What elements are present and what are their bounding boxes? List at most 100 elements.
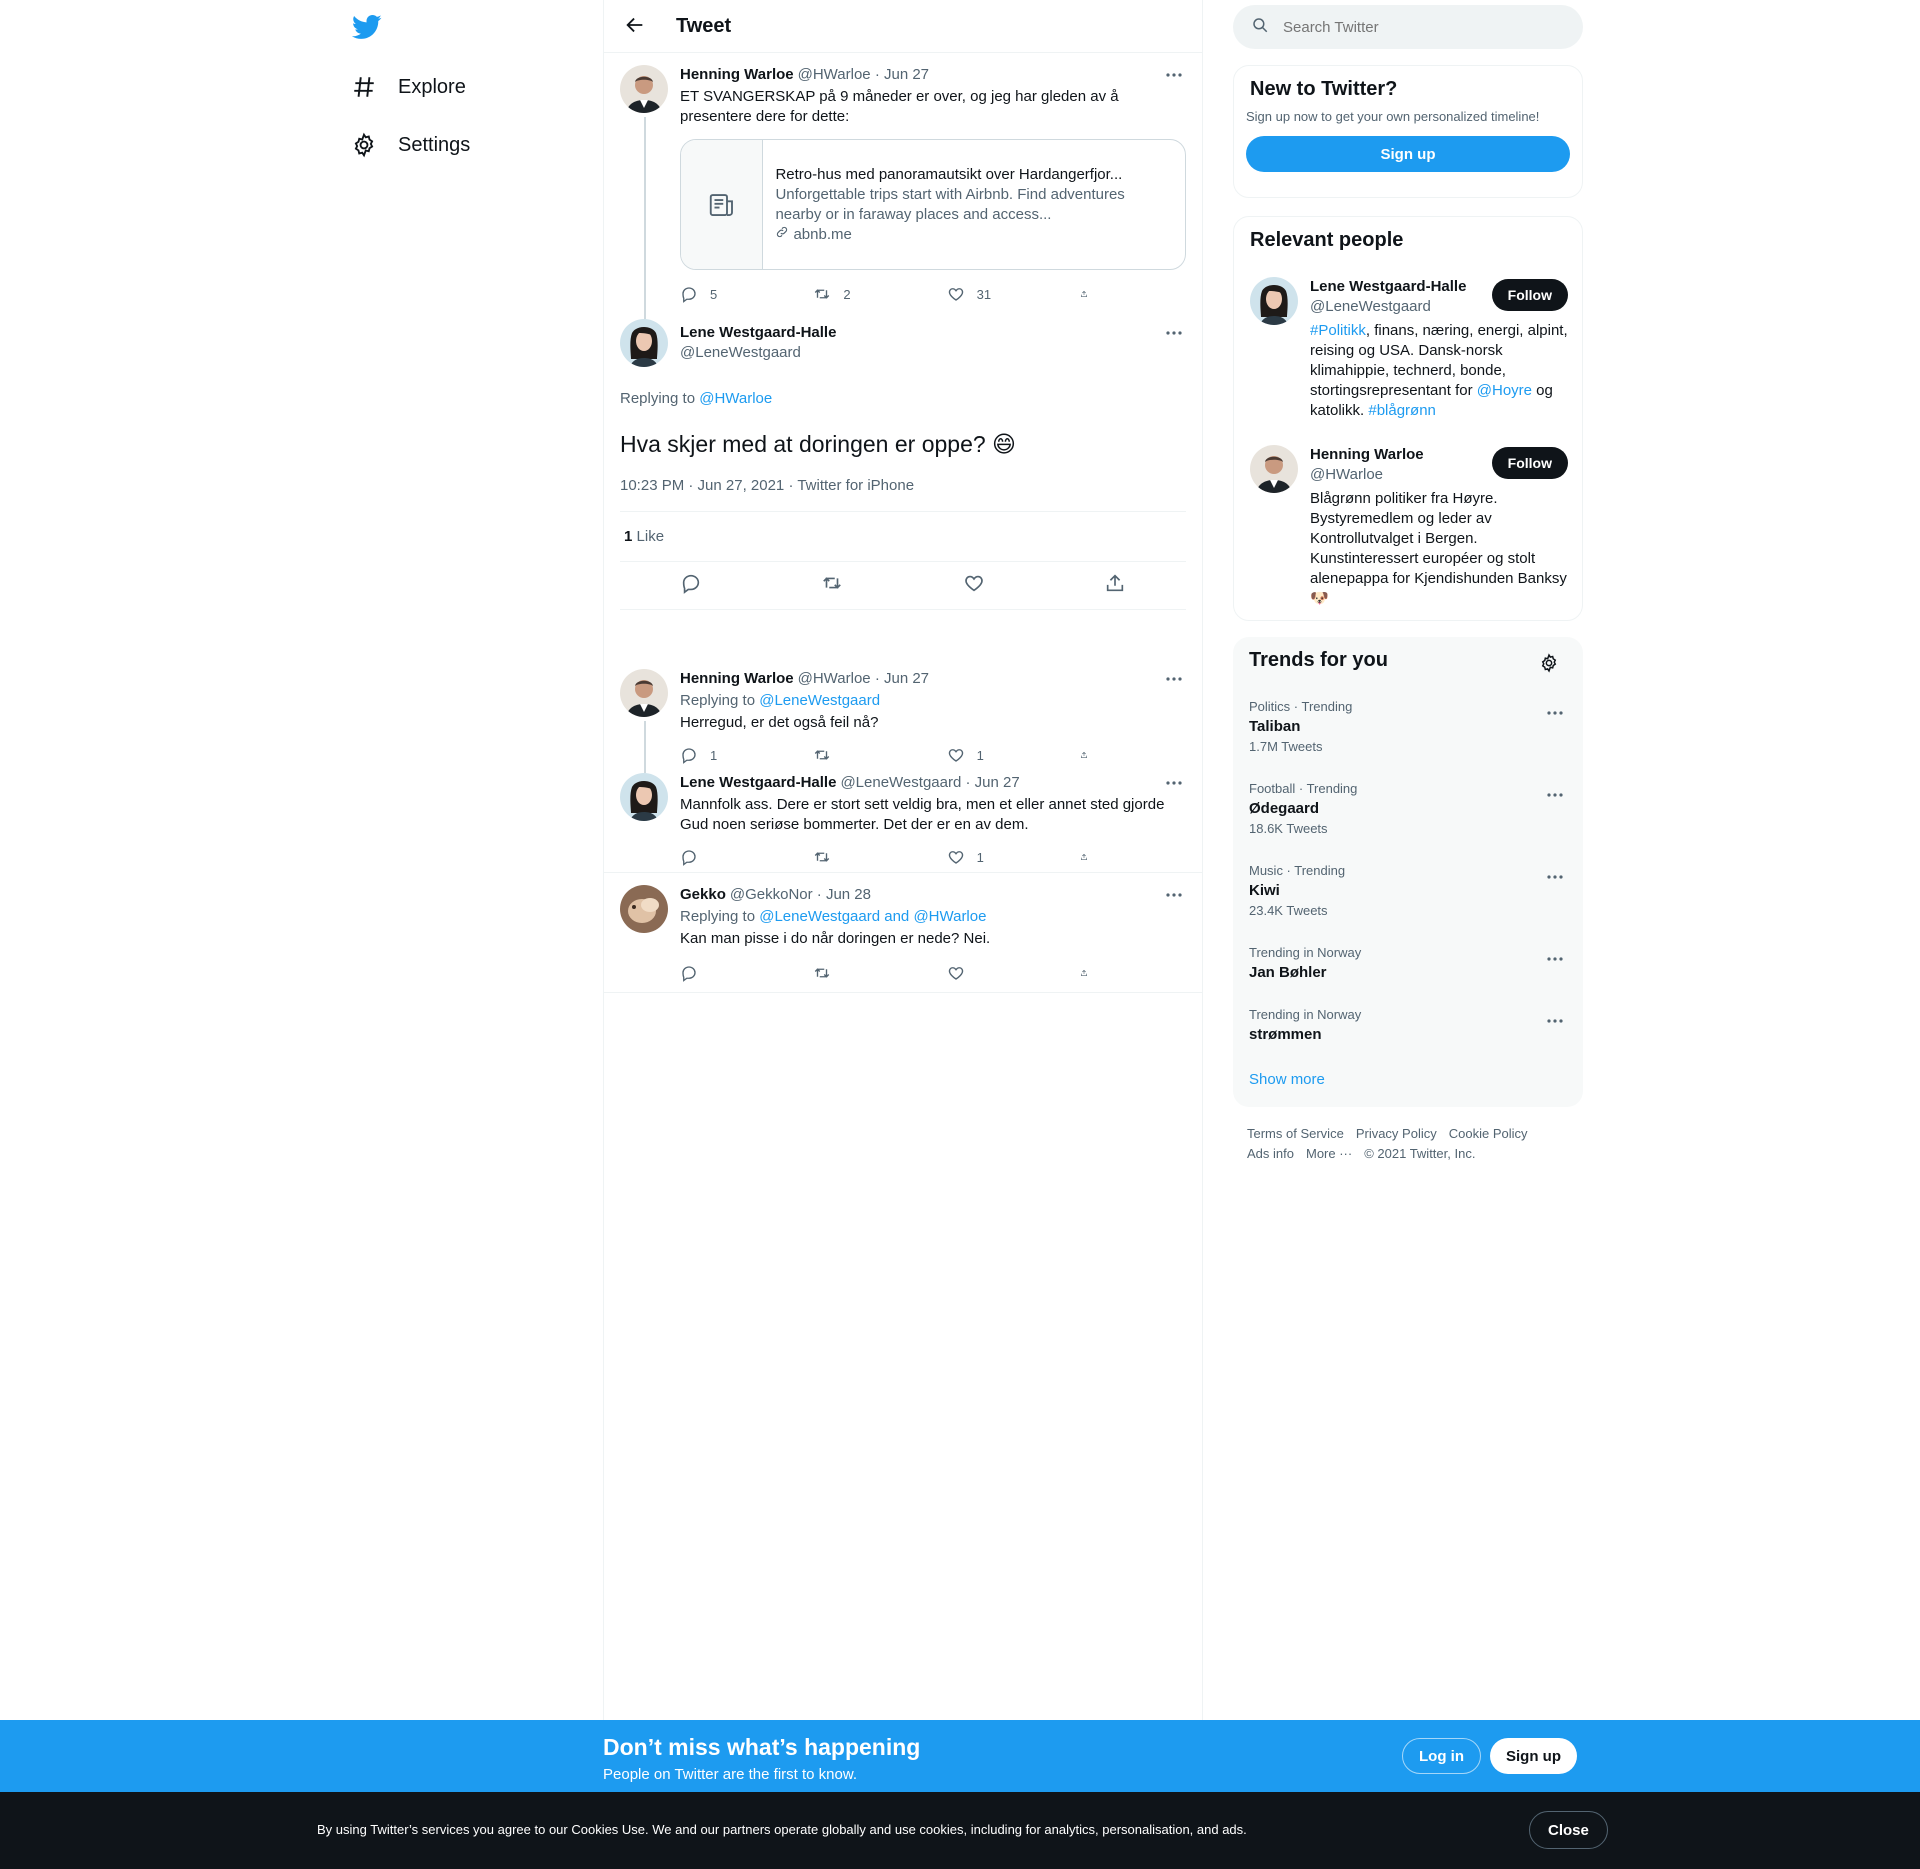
reply-button[interactable]: 1: [680, 746, 770, 764]
avatar[interactable]: [620, 773, 668, 821]
sidebar-signup-button[interactable]: Sign up: [1246, 136, 1570, 172]
parent-tweet[interactable]: Henning Warloe @HWarloe · Jun 27 ET SVANG…: [604, 53, 1202, 319]
avatar[interactable]: [620, 319, 668, 367]
reply-button[interactable]: [680, 964, 770, 982]
author-name[interactable]: Henning Warloe: [680, 669, 794, 689]
author-handle[interactable]: @HWarloe: [798, 65, 871, 85]
trend-context: Football · Trending: [1249, 781, 1358, 796]
nav-explore[interactable]: Explore: [350, 69, 466, 105]
terms-link[interactable]: Terms of Service: [1247, 1126, 1344, 1141]
author-name[interactable]: Lene Westgaard-Halle: [680, 773, 836, 793]
ads-info-link[interactable]: Ads info: [1247, 1146, 1294, 1161]
tweet-text: Mannfolk ass. Dere er stort sett veldig …: [680, 796, 1165, 833]
show-more-link[interactable]: Show more: [1249, 1071, 1325, 1088]
reply-icon[interactable]: [680, 572, 702, 599]
bio-text: Blågrønn politiker fra Høyre. Bystyremed…: [1310, 490, 1567, 587]
author-handle[interactable]: @LeneWestgaard: [840, 773, 961, 793]
tweet-date[interactable]: · Jun 27: [875, 65, 929, 85]
reply-button[interactable]: [680, 848, 770, 866]
bio-hashtag-link[interactable]: #blågrønn: [1368, 402, 1436, 419]
reply-tweet[interactable]: Lene Westgaard-Halle @LeneWestgaard · Jun…: [604, 773, 1202, 873]
more-options-icon[interactable]: [1164, 323, 1184, 343]
author-handle[interactable]: @HWarloe: [798, 669, 871, 689]
author-name[interactable]: Henning Warloe: [680, 65, 794, 85]
avatar[interactable]: [620, 885, 668, 933]
copyright: © 2021 Twitter, Inc.: [1364, 1146, 1476, 1161]
replying-to-link[interactable]: @LeneWestgaard and @HWarloe: [759, 908, 986, 925]
search-input[interactable]: [1283, 18, 1543, 36]
trend-item[interactable]: Football · Trending Ødegaard 18.6K Tweet…: [1249, 781, 1567, 837]
follow-button[interactable]: Follow: [1491, 279, 1568, 311]
bio-mention-link[interactable]: @Hoyre: [1477, 382, 1532, 399]
trend-name: strømmen: [1249, 1026, 1322, 1043]
more-options-icon[interactable]: [1545, 703, 1565, 723]
more-options-icon[interactable]: [1545, 867, 1565, 887]
replying-to-link[interactable]: @LeneWestgaard: [759, 692, 880, 709]
author-name[interactable]: Gekko: [680, 885, 726, 905]
tweet-date[interactable]: · Jun 27: [875, 669, 929, 689]
tweet-meta[interactable]: 10:23 PM · Jun 27, 2021 · Twitter for iP…: [620, 477, 1186, 512]
like-icon[interactable]: [963, 572, 985, 599]
avatar[interactable]: [1250, 445, 1298, 493]
like-button[interactable]: [947, 964, 1037, 982]
more-options-icon[interactable]: [1164, 773, 1184, 793]
trend-item[interactable]: Music · Trending Kiwi 23.4K Tweets: [1249, 863, 1567, 919]
replying-to-link[interactable]: @HWarloe: [699, 390, 772, 407]
tweet-actions: [680, 961, 1100, 985]
reply-tweet[interactable]: Gekko @GekkoNor · Jun 28 Replying to @Len…: [604, 873, 1202, 993]
trend-item[interactable]: Politics · Trending Taliban 1.7M Tweets: [1249, 699, 1567, 755]
retweet-button[interactable]: [813, 746, 903, 764]
retweet-button[interactable]: [813, 964, 903, 982]
avatar[interactable]: [1250, 277, 1298, 325]
link-card[interactable]: Retro-hus med panoramautsikt over Hardan…: [680, 139, 1186, 270]
like-button[interactable]: 1: [947, 746, 1037, 764]
share-button[interactable]: [1080, 746, 1100, 764]
reply-tweet[interactable]: Henning Warloe @HWarloe · Jun 27 Replying…: [604, 657, 1202, 773]
twitter-logo-icon[interactable]: [351, 12, 382, 42]
follow-button[interactable]: Follow: [1491, 447, 1568, 479]
share-icon[interactable]: [1104, 572, 1126, 599]
privacy-link[interactable]: Privacy Policy: [1356, 1126, 1437, 1141]
trend-item[interactable]: Trending in Norway Jan Bøhler: [1249, 945, 1567, 983]
card-description: Unforgettable trips start with Airbnb. F…: [775, 185, 1125, 223]
tweet-date[interactable]: · Jun 28: [817, 885, 871, 905]
share-button[interactable]: [1080, 848, 1100, 866]
more-options-icon[interactable]: [1164, 669, 1184, 689]
share-button[interactable]: [1080, 964, 1100, 982]
like-button[interactable]: 1: [947, 848, 1037, 866]
back-arrow-icon[interactable]: [624, 14, 648, 38]
dog-emoji: 🐶: [1310, 590, 1329, 607]
share-button[interactable]: [1080, 285, 1100, 303]
more-options-icon[interactable]: [1545, 1011, 1565, 1031]
login-button[interactable]: Log in: [1402, 1738, 1481, 1774]
retweet-button[interactable]: 2: [813, 285, 903, 303]
trend-name: Taliban: [1249, 718, 1301, 735]
retweet-button[interactable]: [813, 848, 903, 866]
cookie-policy-link[interactable]: Cookie Policy: [1449, 1126, 1528, 1141]
like-button[interactable]: 31: [947, 285, 1037, 303]
more-options-icon[interactable]: [1545, 785, 1565, 805]
nav-settings-label: Settings: [398, 133, 471, 156]
grinning-emoji: 😄: [992, 431, 1017, 457]
close-button[interactable]: Close: [1529, 1811, 1608, 1849]
more-link[interactable]: More ···: [1306, 1146, 1352, 1161]
article-icon: [681, 140, 764, 269]
gear-icon[interactable]: [1539, 653, 1559, 678]
author-handle[interactable]: @LeneWestgaard: [680, 343, 1186, 363]
likes-summary[interactable]: 1 Like: [620, 512, 1186, 562]
banner-signup-button[interactable]: Sign up: [1490, 1738, 1577, 1774]
trend-item[interactable]: Trending in Norway strømmen: [1249, 1007, 1567, 1045]
reply-button[interactable]: 5: [680, 285, 770, 303]
more-options-icon[interactable]: [1545, 949, 1565, 969]
avatar[interactable]: [620, 65, 668, 113]
author-name[interactable]: Lene Westgaard-Halle: [680, 323, 1186, 343]
nav-settings[interactable]: Settings: [350, 127, 470, 163]
more-options-icon[interactable]: [1164, 65, 1184, 85]
author-handle[interactable]: @GekkoNor: [730, 885, 813, 905]
bio-hashtag-link[interactable]: #Politikk: [1310, 322, 1366, 339]
tweet-date[interactable]: · Jun 27: [965, 773, 1019, 793]
retweet-icon[interactable]: [821, 572, 843, 599]
avatar[interactable]: [620, 669, 668, 717]
search-box[interactable]: [1233, 5, 1583, 49]
more-options-icon[interactable]: [1164, 885, 1184, 905]
